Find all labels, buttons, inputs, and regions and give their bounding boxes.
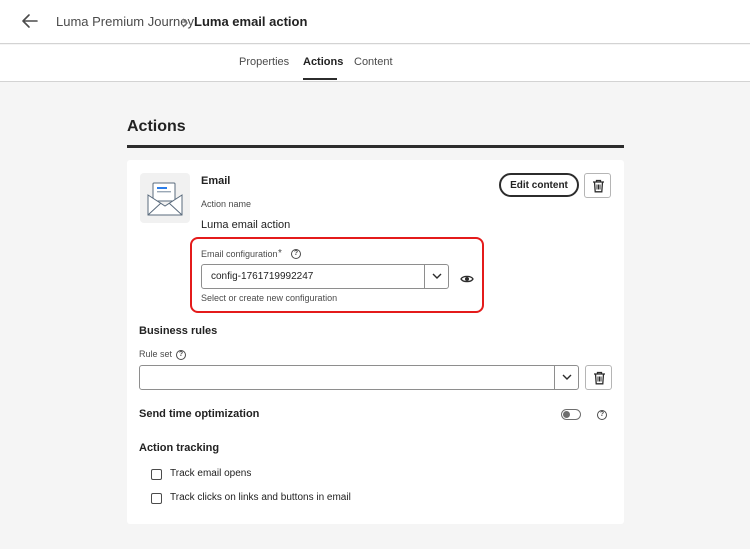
business-rules-heading: Business rules	[139, 325, 218, 337]
active-tab-indicator	[303, 78, 337, 80]
arrow-left-icon[interactable]	[20, 11, 40, 31]
eye-icon[interactable]	[460, 272, 474, 284]
delete-rule-set-button[interactable]	[585, 365, 612, 390]
track-email-opens-label[interactable]: Track email opens	[170, 468, 251, 479]
email-configuration-helper: Select or create new configuration	[201, 293, 338, 303]
trash-icon	[594, 371, 605, 385]
chevron-right-icon	[180, 16, 190, 28]
email-configuration-label: Email configuration	[201, 249, 278, 259]
page-title: Actions	[127, 118, 186, 135]
trash-icon	[593, 179, 604, 193]
title-divider	[127, 145, 624, 148]
breadcrumb-parent[interactable]: Luma Premium Journey	[56, 14, 194, 29]
chevron-down-icon[interactable]	[424, 265, 448, 288]
envelope-icon	[140, 173, 190, 223]
track-clicks-checkbox[interactable]	[151, 493, 162, 504]
toggle-knob	[563, 411, 570, 418]
track-clicks-label[interactable]: Track clicks on links and buttons in ema…	[170, 492, 351, 503]
channel-label: Email	[201, 175, 231, 187]
rule-set-input[interactable]	[140, 366, 554, 389]
rule-set-label: Rule set	[139, 349, 173, 359]
tab-content[interactable]: Content	[354, 56, 393, 68]
top-bar: Luma Premium Journey Luma email action	[0, 0, 750, 44]
action-name-label: Action name	[201, 199, 252, 209]
email-configuration-input[interactable]	[202, 265, 424, 288]
required-marker: *	[278, 248, 282, 259]
track-email-opens-checkbox[interactable]	[151, 469, 162, 480]
rule-set-combobox[interactable]	[139, 365, 579, 390]
help-icon[interactable]: ?	[597, 410, 607, 420]
breadcrumb-current: Luma email action	[194, 14, 308, 29]
tab-properties[interactable]: Properties	[239, 56, 289, 68]
help-icon[interactable]: ?	[291, 249, 301, 259]
action-name-value: Luma email action	[201, 219, 291, 231]
email-configuration-combobox[interactable]	[201, 264, 449, 289]
chevron-down-icon[interactable]	[554, 366, 578, 389]
send-time-optimization-toggle[interactable]	[561, 409, 581, 420]
edit-content-button[interactable]: Edit content	[499, 173, 579, 197]
send-time-optimization-label: Send time optimization	[139, 408, 260, 420]
tab-actions[interactable]: Actions	[303, 56, 343, 68]
action-tracking-heading: Action tracking	[139, 442, 220, 454]
tab-bar: Properties Actions Content	[0, 45, 750, 82]
help-icon[interactable]: ?	[176, 350, 186, 360]
delete-action-button[interactable]	[584, 173, 611, 198]
